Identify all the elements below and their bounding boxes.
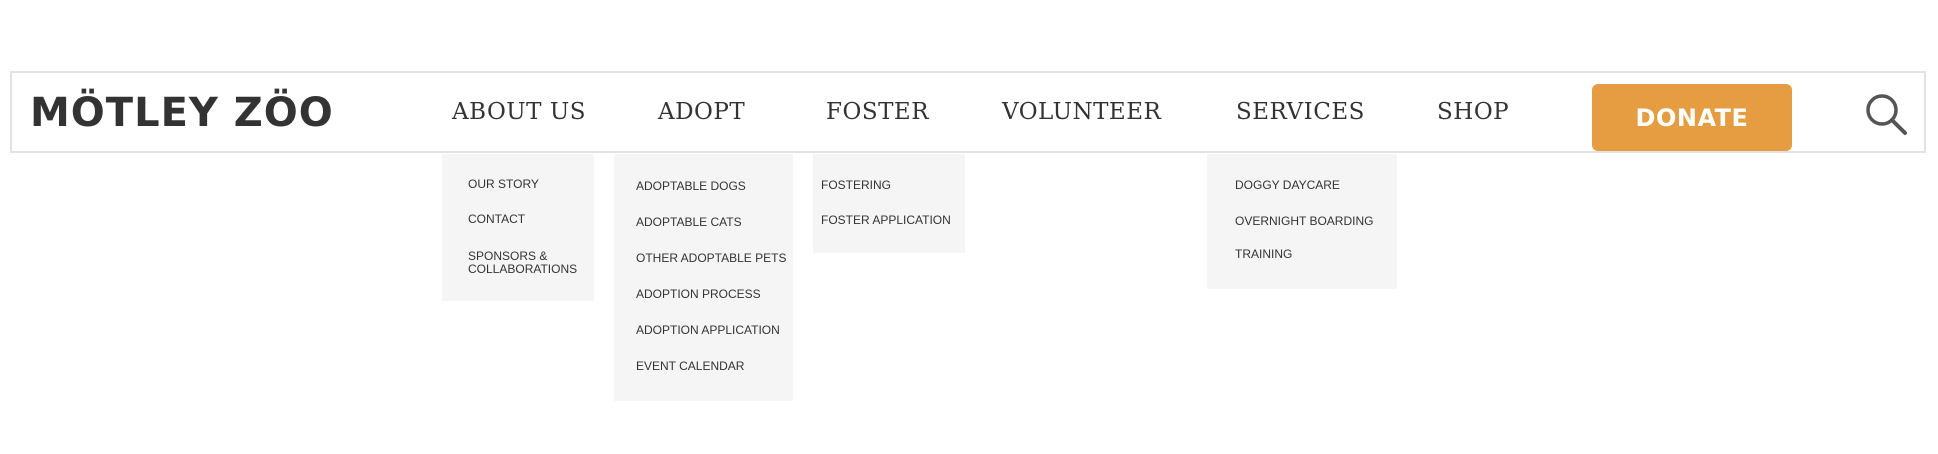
donate-button[interactable]: DONATE — [1592, 84, 1792, 151]
main-navbar: MÖTLEY ZÖO ABOUT US ADOPT FOSTER VOLUNTE… — [10, 71, 1926, 153]
nav-item-about-us[interactable]: ABOUT US — [452, 73, 586, 151]
about-us-dropdown: OUR STORY CONTACT SPONSORS & COLLABORATI… — [442, 154, 594, 301]
dropdown-item-event-calendar[interactable]: EVENT CALENDAR — [636, 360, 744, 373]
adopt-dropdown: ADOPTABLE DOGS ADOPTABLE CATS OTHER ADOP… — [614, 154, 793, 401]
nav-item-shop[interactable]: SHOP — [1437, 73, 1509, 151]
dropdown-item-adoptable-cats[interactable]: ADOPTABLE CATS — [636, 216, 742, 229]
dropdown-item-our-story[interactable]: OUR STORY — [468, 178, 539, 191]
dropdown-item-adoption-process[interactable]: ADOPTION PROCESS — [636, 288, 761, 301]
search-icon — [1866, 94, 1907, 135]
nav-item-foster[interactable]: FOSTER — [826, 73, 929, 151]
dropdown-item-adoptable-dogs[interactable]: ADOPTABLE DOGS — [636, 180, 746, 193]
nav-item-services[interactable]: SERVICES — [1236, 73, 1365, 151]
motley-zoo-logo[interactable]: MÖTLEY ZÖO — [30, 89, 334, 137]
dropdown-item-other-adoptable-pets[interactable]: OTHER ADOPTABLE PETS — [636, 252, 786, 265]
services-dropdown: DOGGY DAYCARE OVERNIGHT BOARDING TRAININ… — [1207, 154, 1397, 289]
dropdown-item-training[interactable]: TRAINING — [1235, 248, 1292, 261]
dropdown-item-adoption-application[interactable]: ADOPTION APPLICATION — [636, 324, 780, 337]
nav-item-volunteer[interactable]: VOLUNTEER — [1002, 73, 1161, 151]
dropdown-item-sponsors-line2[interactable]: COLLABORATIONS — [468, 263, 577, 276]
search-button[interactable] — [1865, 93, 1909, 137]
foster-dropdown: FOSTERING FOSTER APPLICATION — [813, 154, 965, 253]
dropdown-item-foster-application[interactable]: FOSTER APPLICATION — [821, 214, 951, 227]
nav-item-adopt[interactable]: ADOPT — [658, 73, 745, 151]
dropdown-item-overnight-boarding[interactable]: OVERNIGHT BOARDING — [1235, 215, 1373, 228]
dropdown-item-contact[interactable]: CONTACT — [468, 213, 525, 226]
dropdown-item-fostering[interactable]: FOSTERING — [821, 179, 891, 192]
dropdown-item-doggy-daycare[interactable]: DOGGY DAYCARE — [1235, 179, 1340, 192]
